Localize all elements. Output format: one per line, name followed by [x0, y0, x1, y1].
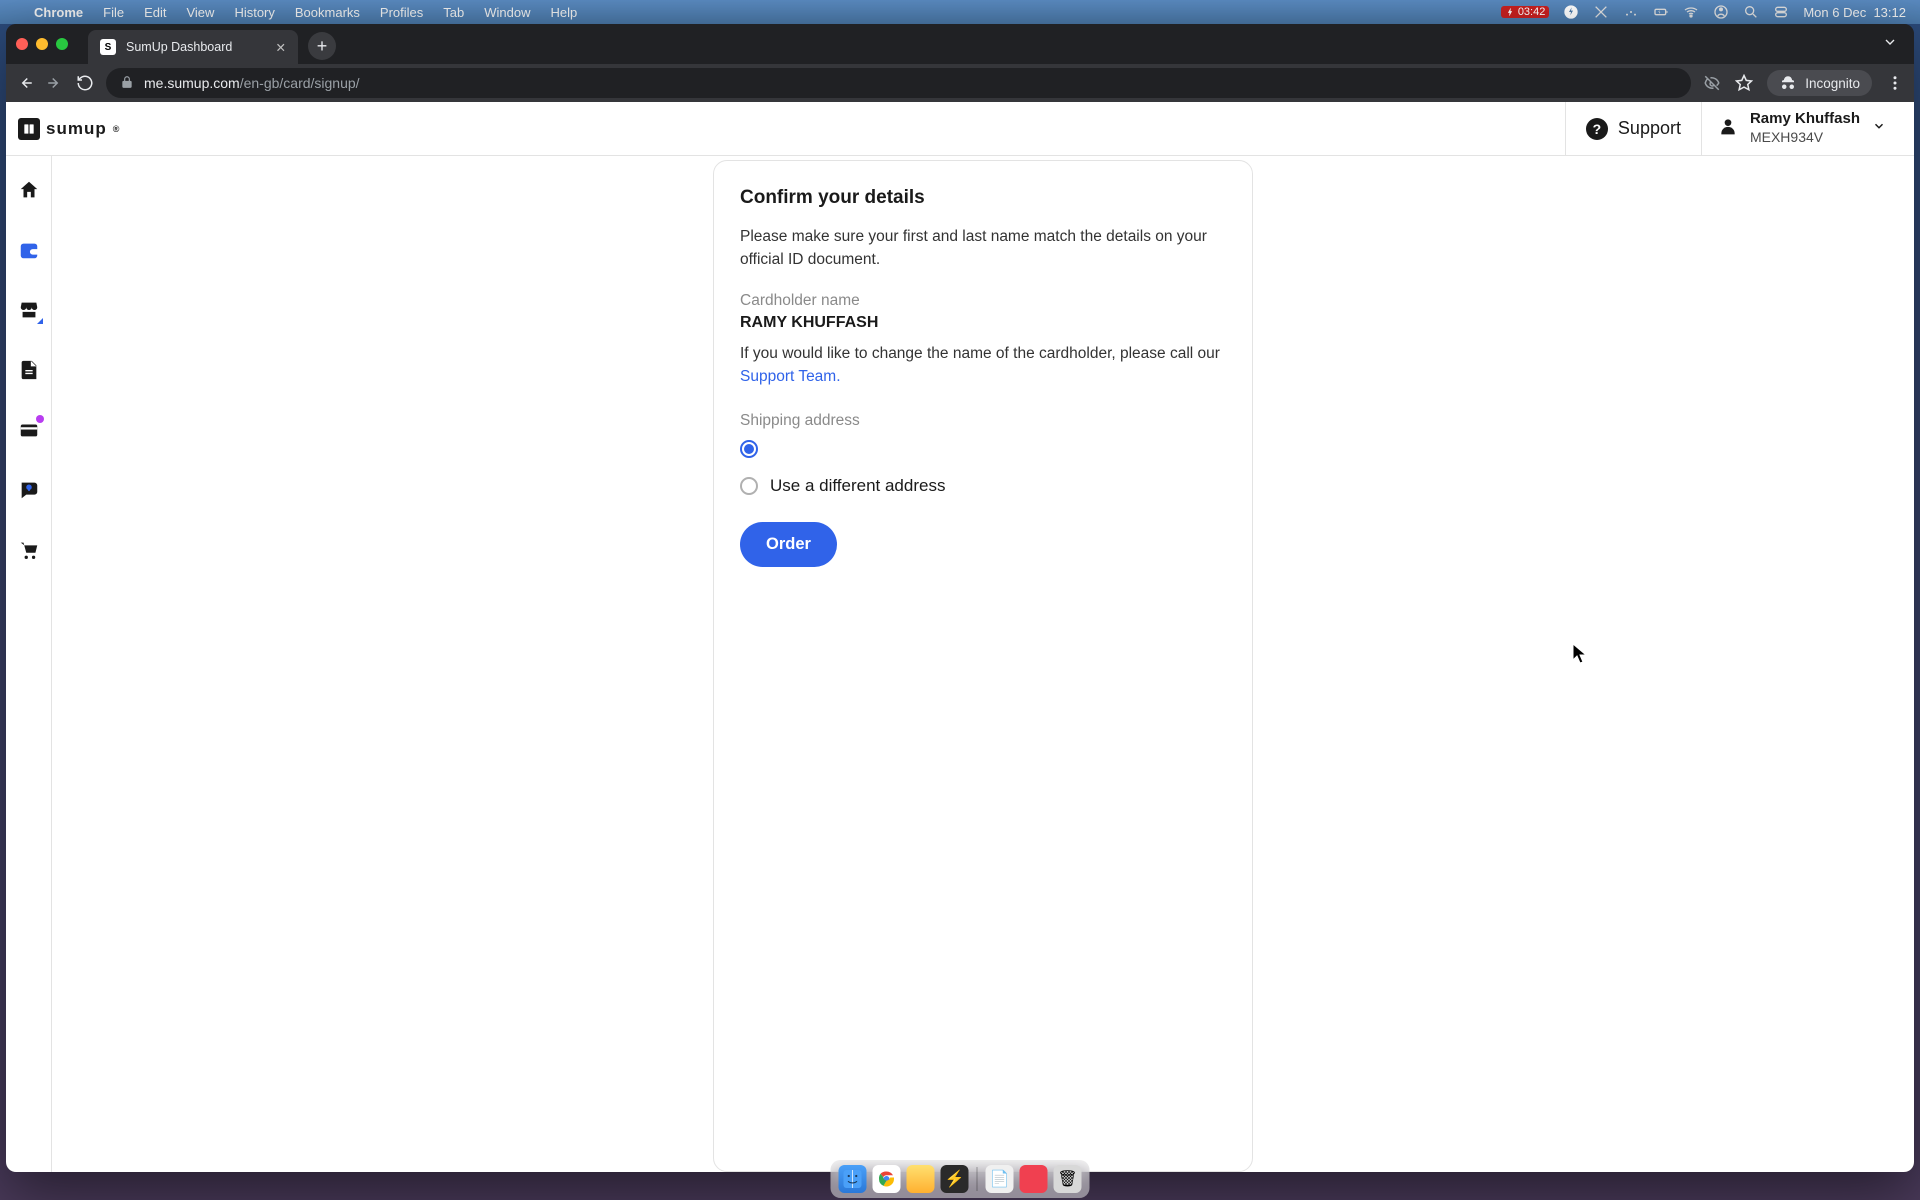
spotlight-icon[interactable]	[1743, 4, 1759, 20]
tools-icon[interactable]	[1593, 4, 1609, 20]
menubar-date[interactable]: Mon 6 Dec 13:12	[1803, 5, 1906, 20]
battery-timer-icon[interactable]: 03:42	[1501, 6, 1550, 18]
dock-chrome-icon[interactable]	[873, 1165, 901, 1193]
cardholder-label: Cardholder name	[740, 292, 1226, 310]
menu-tab[interactable]: Tab	[443, 5, 464, 20]
user-name: Ramy Khuffash	[1750, 110, 1860, 129]
nav-shop[interactable]	[17, 538, 41, 562]
dots-icon[interactable]	[1623, 4, 1639, 20]
change-note: If you would like to change the name of …	[740, 342, 1226, 389]
user-avatar-icon	[1718, 116, 1738, 141]
nav-card-notification-dot-icon	[36, 415, 44, 423]
support-team-link[interactable]: Support Team.	[740, 368, 841, 385]
brand-mark-icon	[18, 118, 40, 140]
registered-mark: ®	[113, 124, 121, 134]
wifi-icon[interactable]	[1683, 4, 1699, 20]
new-tab-button[interactable]: +	[308, 32, 336, 60]
menu-window[interactable]: Window	[484, 5, 530, 20]
nav-store[interactable]	[17, 298, 41, 322]
radio-option-different-address[interactable]: Use a different address	[740, 476, 1226, 496]
dock-finder-icon[interactable]	[839, 1165, 867, 1193]
card-title: Confirm your details	[740, 187, 1226, 209]
menu-help[interactable]: Help	[551, 5, 578, 20]
tab-favicon-icon: S	[100, 39, 116, 55]
nav-back-button[interactable]	[16, 74, 34, 92]
menu-bookmarks[interactable]: Bookmarks	[295, 5, 360, 20]
shipping-label: Shipping address	[740, 412, 1226, 430]
card-description: Please make sure your first and last nam…	[740, 225, 1226, 272]
menu-view[interactable]: View	[186, 5, 214, 20]
brand-logo[interactable]: sumup ®	[18, 118, 120, 140]
browser-window: S SumUp Dashboard ✕ + me.sumup.com/en-gb…	[6, 24, 1914, 1172]
dock-separator	[977, 1167, 978, 1191]
nav-document[interactable]	[17, 358, 41, 382]
address-bar: me.sumup.com/en-gb/card/signup/ Incognit…	[6, 64, 1914, 102]
window-minimize-button[interactable]	[36, 38, 48, 50]
support-label: Support	[1618, 118, 1681, 139]
tab-close-button[interactable]: ✕	[276, 40, 286, 55]
nav-refer[interactable]	[17, 478, 41, 502]
confirm-details-card: Confirm your details Please make sure yo…	[713, 160, 1253, 1172]
tabs-dropdown-icon[interactable]	[1882, 34, 1904, 55]
window-maximize-button[interactable]	[56, 38, 68, 50]
side-nav	[6, 156, 52, 1172]
nav-reload-button[interactable]	[76, 74, 94, 92]
menu-file[interactable]: File	[103, 5, 124, 20]
page-content: sumup ® ? Support Ramy Khuffash MEXH934V	[6, 102, 1914, 1172]
radio-option-default-address[interactable]	[740, 440, 1226, 458]
battery-icon[interactable]	[1653, 4, 1669, 20]
control-center-icon[interactable]	[1773, 4, 1789, 20]
browser-menu-button[interactable]	[1886, 74, 1904, 92]
main-content: Confirm your details Please make sure yo…	[52, 156, 1914, 1172]
eye-off-icon[interactable]	[1703, 74, 1721, 92]
radio-checked-icon	[740, 440, 758, 458]
dock-terminal-icon[interactable]: ⚡	[941, 1165, 969, 1193]
tab-strip: S SumUp Dashboard ✕ +	[6, 24, 1914, 64]
incognito-indicator[interactable]: Incognito	[1767, 70, 1872, 96]
incognito-label: Incognito	[1805, 76, 1860, 91]
browser-tab[interactable]: S SumUp Dashboard ✕	[88, 30, 298, 64]
radio-unchecked-icon	[740, 477, 758, 495]
nav-forward-button[interactable]	[46, 74, 64, 92]
cardholder-name: RAMY KHUFFASH	[740, 314, 1226, 332]
help-icon: ?	[1586, 118, 1608, 140]
user-menu[interactable]: Ramy Khuffash MEXH934V	[1701, 102, 1902, 155]
macos-menubar: Chrome File Edit View History Bookmarks …	[0, 0, 1920, 24]
window-controls	[16, 38, 68, 50]
window-close-button[interactable]	[16, 38, 28, 50]
url-text: me.sumup.com/en-gb/card/signup/	[144, 75, 360, 91]
dock-textedit-icon[interactable]: 📄	[986, 1165, 1014, 1193]
nav-store-accent-icon	[37, 318, 43, 324]
dock-trash-icon[interactable]: 🗑	[1054, 1165, 1082, 1193]
menu-history[interactable]: History	[234, 5, 274, 20]
nav-home[interactable]	[17, 178, 41, 202]
support-link[interactable]: ? Support	[1565, 102, 1701, 155]
bolt-icon[interactable]	[1563, 4, 1579, 20]
brand-name: sumup	[46, 119, 107, 139]
sync-icon[interactable]	[1713, 4, 1729, 20]
radio-option-2-label: Use a different address	[770, 476, 945, 496]
chevron-down-icon	[1872, 119, 1886, 138]
tab-title: SumUp Dashboard	[126, 40, 232, 54]
app-header: sumup ® ? Support Ramy Khuffash MEXH934V	[6, 102, 1914, 156]
dock-app-icon[interactable]	[1020, 1165, 1048, 1193]
order-button[interactable]: Order	[740, 522, 837, 567]
macos-dock: ⚡ 📄 🗑	[831, 1160, 1090, 1198]
menu-profiles[interactable]: Profiles	[380, 5, 423, 20]
nav-card[interactable]	[17, 418, 41, 442]
menu-edit[interactable]: Edit	[144, 5, 166, 20]
bookmark-star-icon[interactable]	[1735, 74, 1753, 92]
dock-notes-icon[interactable]	[907, 1165, 935, 1193]
incognito-icon	[1779, 74, 1797, 92]
url-input[interactable]: me.sumup.com/en-gb/card/signup/	[106, 68, 1691, 98]
lock-icon	[120, 75, 134, 92]
nav-wallet[interactable]	[17, 238, 41, 262]
user-id: MEXH934V	[1750, 129, 1860, 147]
menubar-app-name[interactable]: Chrome	[34, 5, 83, 20]
